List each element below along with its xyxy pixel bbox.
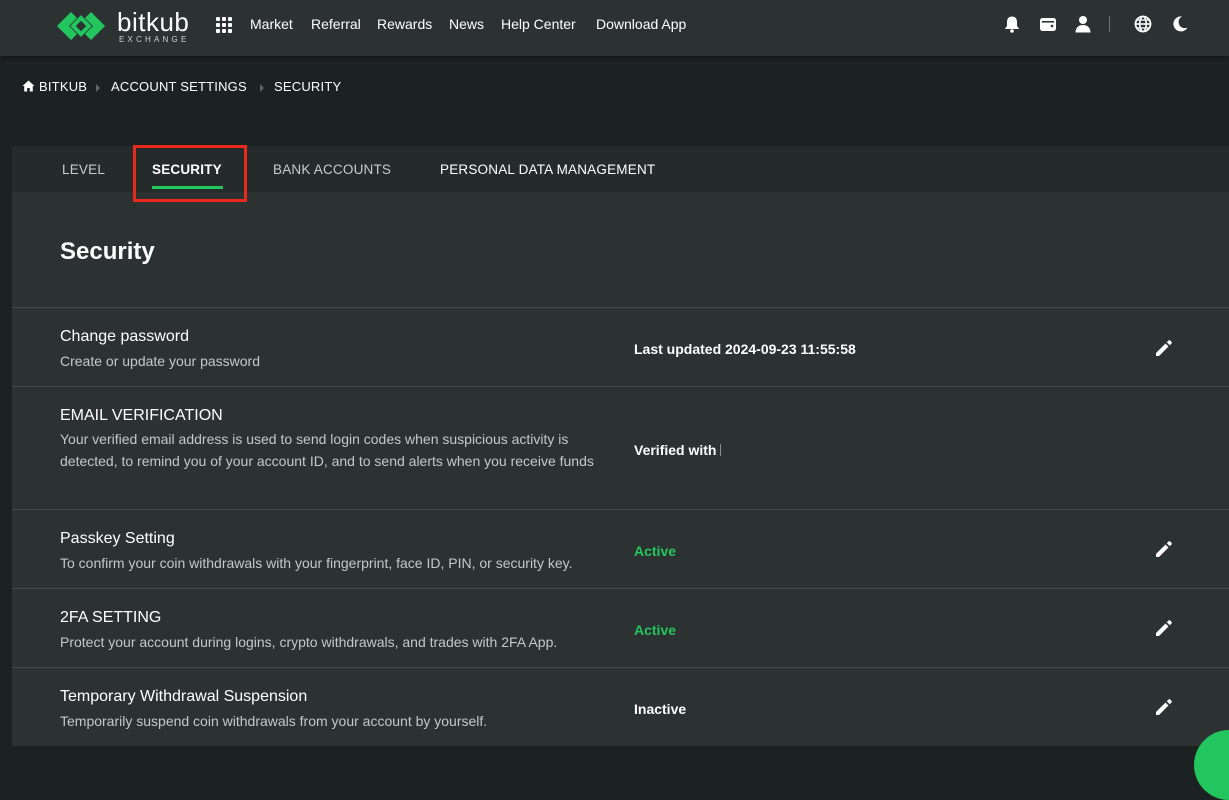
setting-description: To confirm your coin withdrawals with yo… (60, 555, 573, 571)
bitkub-logo-mark-icon (57, 12, 105, 40)
setting-status: Active (634, 622, 677, 638)
setting-title: Change password (60, 328, 189, 345)
brand-subtitle: EXCHANGE (119, 35, 190, 44)
nav-link-referral[interactable]: Referral (311, 16, 361, 32)
edit-icon[interactable] (1154, 697, 1174, 717)
setting-description: Create or update your password (60, 353, 260, 369)
nav-link-market[interactable]: Market (250, 16, 293, 32)
setting-description: Your verified email address is used to s… (60, 431, 594, 469)
setting-row-change-password: Change password Create or update your pa… (12, 307, 1229, 386)
setting-title: Passkey Setting (60, 530, 175, 547)
bell-icon[interactable] (1003, 15, 1021, 33)
security-card: LEVEL SECURITY BANK ACCOUNTS PERSONAL DA… (12, 145, 1229, 746)
globe-icon[interactable] (1134, 15, 1152, 33)
breadcrumb-item-account-settings[interactable]: ACCOUNT SETTINGS (111, 79, 247, 94)
setting-title: Temporary Withdrawal Suspension (60, 688, 308, 705)
top-navbar: bitkub EXCHANGE Market Referral Rewards … (0, 0, 1229, 56)
nav-link-rewards[interactable]: Rewards (377, 16, 432, 32)
tab-personal-data-management[interactable]: PERSONAL DATA MANAGEMENT (440, 162, 655, 177)
navbar-divider (1109, 16, 1110, 32)
nav-link-news[interactable]: News (449, 16, 484, 32)
wallet-icon[interactable] (1039, 15, 1057, 33)
brand-name: bitkub (117, 7, 190, 37)
breadcrumb-separator (260, 84, 264, 92)
moon-icon[interactable] (1171, 15, 1189, 33)
nav-link-help-center[interactable]: Help Center (501, 16, 576, 32)
settings-tabs: LEVEL SECURITY BANK ACCOUNTS PERSONAL DA… (12, 145, 1229, 202)
setting-status: Verified with (634, 442, 722, 458)
tab-bank-accounts[interactable]: BANK ACCOUNTS (273, 162, 391, 177)
masked-email-caret (720, 444, 722, 456)
nav-link-download-app[interactable]: Download App (596, 16, 686, 32)
setting-row-withdrawal-suspension: Temporary Withdrawal Suspension Temporar… (12, 667, 1229, 746)
edit-icon[interactable] (1154, 539, 1174, 559)
page-title: Security (60, 238, 155, 265)
setting-description: Protect your account during logins, cryp… (60, 634, 558, 650)
setting-title: 2FA SETTING (60, 609, 162, 626)
home-icon[interactable] (22, 80, 35, 92)
edit-icon[interactable] (1154, 338, 1174, 358)
setting-row-passkey: Passkey Setting To confirm your coin wit… (12, 509, 1229, 588)
tab-level[interactable]: LEVEL (62, 162, 105, 177)
setting-status-text: Verified with (634, 442, 717, 458)
breadcrumb-separator (96, 84, 100, 92)
setting-title: EMAIL VERIFICATION (60, 407, 223, 424)
setting-row-email-verification: EMAIL VERIFICATION Your verified email a… (12, 386, 1229, 509)
setting-description: Temporarily suspend coin withdrawals fro… (60, 713, 488, 729)
bitkub-logo[interactable]: bitkub EXCHANGE (55, 6, 200, 46)
tab-highlight-box (133, 145, 247, 202)
user-icon[interactable] (1074, 15, 1092, 33)
breadcrumb-item-security: SECURITY (274, 79, 342, 94)
setting-row-2fa: 2FA SETTING Protect your account during … (12, 588, 1229, 667)
setting-status: Last updated 2024-09-23 11:55:58 (634, 341, 856, 357)
edit-icon[interactable] (1154, 618, 1174, 638)
setting-status: Active (634, 543, 677, 559)
grid-icon[interactable] (216, 17, 232, 33)
setting-status: Inactive (634, 701, 687, 717)
breadcrumb-item-bitkub[interactable]: BITKUB (39, 79, 87, 94)
